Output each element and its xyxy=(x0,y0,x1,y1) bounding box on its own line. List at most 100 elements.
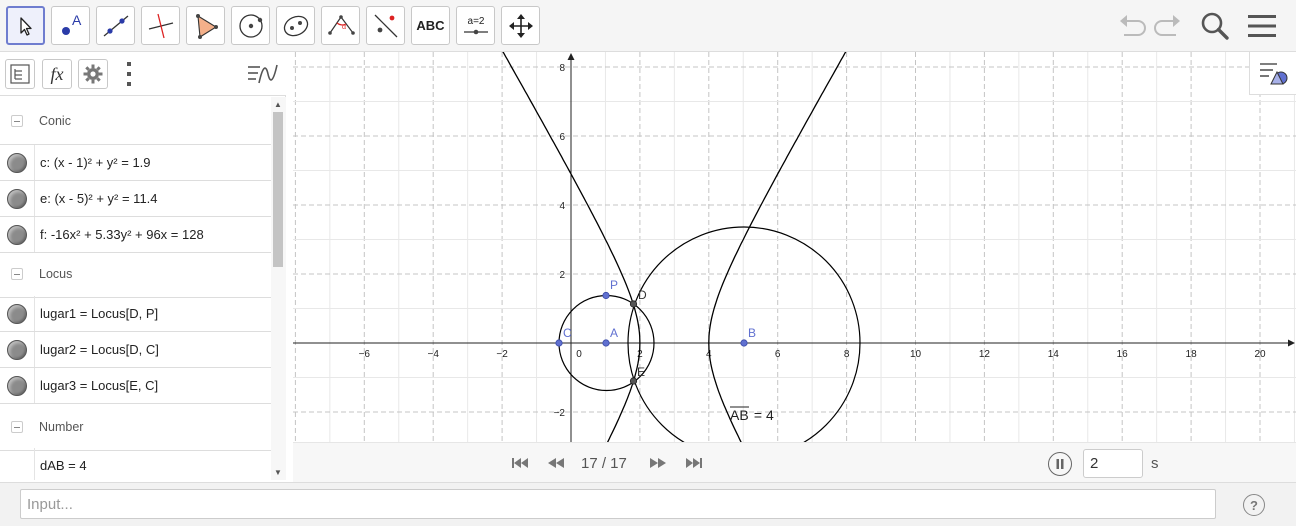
algebra-item-f[interactable]: f: -16x² + 5.33y² + 96x = 128 xyxy=(0,217,271,253)
point-tool-button[interactable]: A xyxy=(51,6,90,45)
reflect-about-line-icon xyxy=(374,14,397,37)
tree-view-button[interactable] xyxy=(5,59,35,89)
ellipse-icon xyxy=(283,15,308,36)
y-axis-arrow xyxy=(567,53,575,60)
ellipse-tool-button[interactable] xyxy=(276,6,315,45)
pause-button[interactable] xyxy=(1048,452,1072,476)
previous-step-icon xyxy=(548,458,564,468)
y-tick-labels: 8 6 4 2 −2 xyxy=(554,63,566,419)
angle-tool-button[interactable]: α xyxy=(321,6,360,45)
style-bar-toggle-button[interactable] xyxy=(1249,52,1296,95)
algebra-item-lugar2[interactable]: lugar2 = Locus[D, C] xyxy=(0,332,271,368)
x-tick-label: 18 xyxy=(1186,349,1198,360)
visibility-toggle[interactable] xyxy=(7,152,27,173)
axes xyxy=(293,53,1295,442)
more-options-button[interactable] xyxy=(114,59,144,89)
point-c-label: C xyxy=(563,326,572,340)
next-step-button[interactable] xyxy=(648,455,668,471)
search-button[interactable] xyxy=(1195,6,1235,46)
visibility-toggle[interactable] xyxy=(7,188,27,209)
graphics-canvas[interactable]: −6 −4 −2 0 2 4 6 8 10 12 14 16 18 20 8 6 4 2 −2 A B C xyxy=(293,52,1296,442)
undo-button[interactable] xyxy=(1112,6,1152,46)
command-input[interactable] xyxy=(20,489,1216,519)
hyperbola-right-branch[interactable] xyxy=(708,52,861,442)
group-header-conic[interactable]: Conic xyxy=(0,97,271,145)
x-tick-label: −2 xyxy=(496,349,508,360)
collapse-toggle-icon[interactable] xyxy=(11,267,23,280)
x-tick-label: −6 xyxy=(359,349,371,360)
move-tool-button[interactable] xyxy=(6,6,45,45)
algebra-toggle-button[interactable] xyxy=(246,59,280,89)
point-a-icon: A xyxy=(61,12,82,35)
polygon-tool-button[interactable] xyxy=(186,6,225,45)
search-icon xyxy=(1201,12,1229,40)
item-definition: f: -16x² + 5.33y² + 96x = 128 xyxy=(40,227,204,242)
line-through-points-icon xyxy=(103,15,128,36)
reflect-tool-button[interactable] xyxy=(366,6,405,45)
circle-tool-button[interactable] xyxy=(231,6,270,45)
arrow-pointer-icon xyxy=(19,16,32,36)
x-tick-label: 14 xyxy=(1048,349,1060,360)
help-icon: ? xyxy=(1250,497,1258,513)
graphics-view[interactable]: −6 −4 −2 0 2 4 6 8 10 12 14 16 18 20 8 6 4 2 −2 A B C xyxy=(293,52,1296,442)
input-mode-button[interactable]: fx xyxy=(42,59,72,89)
slider-tool-button[interactable]: a=2 xyxy=(456,6,495,45)
scroll-thumb[interactable] xyxy=(273,112,283,267)
gear-icon xyxy=(83,64,103,84)
scroll-down-icon[interactable]: ▼ xyxy=(273,469,283,477)
visibility-toggle[interactable] xyxy=(7,339,27,360)
algebra-item-e[interactable]: e: (x - 5)² + y² = 11.4 xyxy=(0,181,271,217)
point-tool-label: A xyxy=(72,12,82,28)
angle-icon: α xyxy=(327,14,355,35)
redo-icon xyxy=(1154,15,1180,36)
collapse-toggle-icon[interactable] xyxy=(11,420,23,433)
redo-button[interactable] xyxy=(1148,6,1188,46)
style-bar-icon xyxy=(1260,63,1288,85)
speed-input[interactable] xyxy=(1083,449,1143,478)
perpendicular-tool-button[interactable] xyxy=(141,6,180,45)
help-button[interactable]: ? xyxy=(1243,494,1265,516)
x-tick-label: 6 xyxy=(775,349,781,360)
visibility-toggle[interactable] xyxy=(7,303,27,324)
x-tick-label: 16 xyxy=(1117,349,1129,360)
segment-length-text[interactable]: AB = 4 xyxy=(730,406,774,423)
main-menu-button[interactable] xyxy=(1242,6,1282,46)
point-p-label: P xyxy=(610,278,618,292)
undo-icon xyxy=(1120,15,1146,36)
point-b-label: B xyxy=(748,326,756,340)
step-counter: 17 / 17 xyxy=(581,455,627,472)
group-label: Number xyxy=(39,419,84,434)
pause-icon xyxy=(1056,459,1064,469)
scroll-up-icon[interactable]: ▲ xyxy=(273,101,283,109)
first-step-button[interactable] xyxy=(510,455,530,471)
line-tool-button[interactable] xyxy=(96,6,135,45)
visibility-toggle[interactable] xyxy=(7,375,27,396)
input-bar: ? xyxy=(0,482,1296,526)
next-step-icon xyxy=(650,458,666,468)
algebra-item-dab[interactable]: dAB = 4 xyxy=(0,448,271,480)
group-header-number[interactable]: Number xyxy=(0,403,271,451)
last-step-button[interactable] xyxy=(684,455,704,471)
y-tick-label: 2 xyxy=(559,270,565,281)
y-tick-label: 4 xyxy=(559,201,565,212)
settings-button[interactable] xyxy=(78,59,108,89)
item-definition: e: (x - 5)² + y² = 11.4 xyxy=(40,191,158,206)
text-tool-icon: ABC xyxy=(416,18,445,33)
menu-icon xyxy=(1248,15,1276,37)
algebra-item-lugar1[interactable]: lugar1 = Locus[D, P] xyxy=(0,296,271,332)
move-graphics-tool-button[interactable] xyxy=(501,6,540,45)
slider-tool-label: a=2 xyxy=(467,16,484,27)
text-tool-button[interactable]: ABC xyxy=(411,6,450,45)
collapse-toggle-icon[interactable] xyxy=(11,114,23,127)
algebra-item-c[interactable]: c: (x - 1)² + y² = 1.9 xyxy=(0,145,271,181)
last-step-icon xyxy=(686,458,702,468)
hyperbola-left-branch[interactable] xyxy=(488,52,641,442)
previous-step-button[interactable] xyxy=(546,455,566,471)
algebra-item-lugar3[interactable]: lugar3 = Locus[E, C] xyxy=(0,368,271,404)
point-d[interactable]: D xyxy=(629,288,647,308)
group-header-locus[interactable]: Locus xyxy=(0,250,271,298)
item-definition: lugar3 = Locus[E, C] xyxy=(40,378,159,393)
grid xyxy=(293,52,1296,442)
item-definition: lugar2 = Locus[D, C] xyxy=(40,342,159,357)
visibility-toggle[interactable] xyxy=(7,224,27,245)
